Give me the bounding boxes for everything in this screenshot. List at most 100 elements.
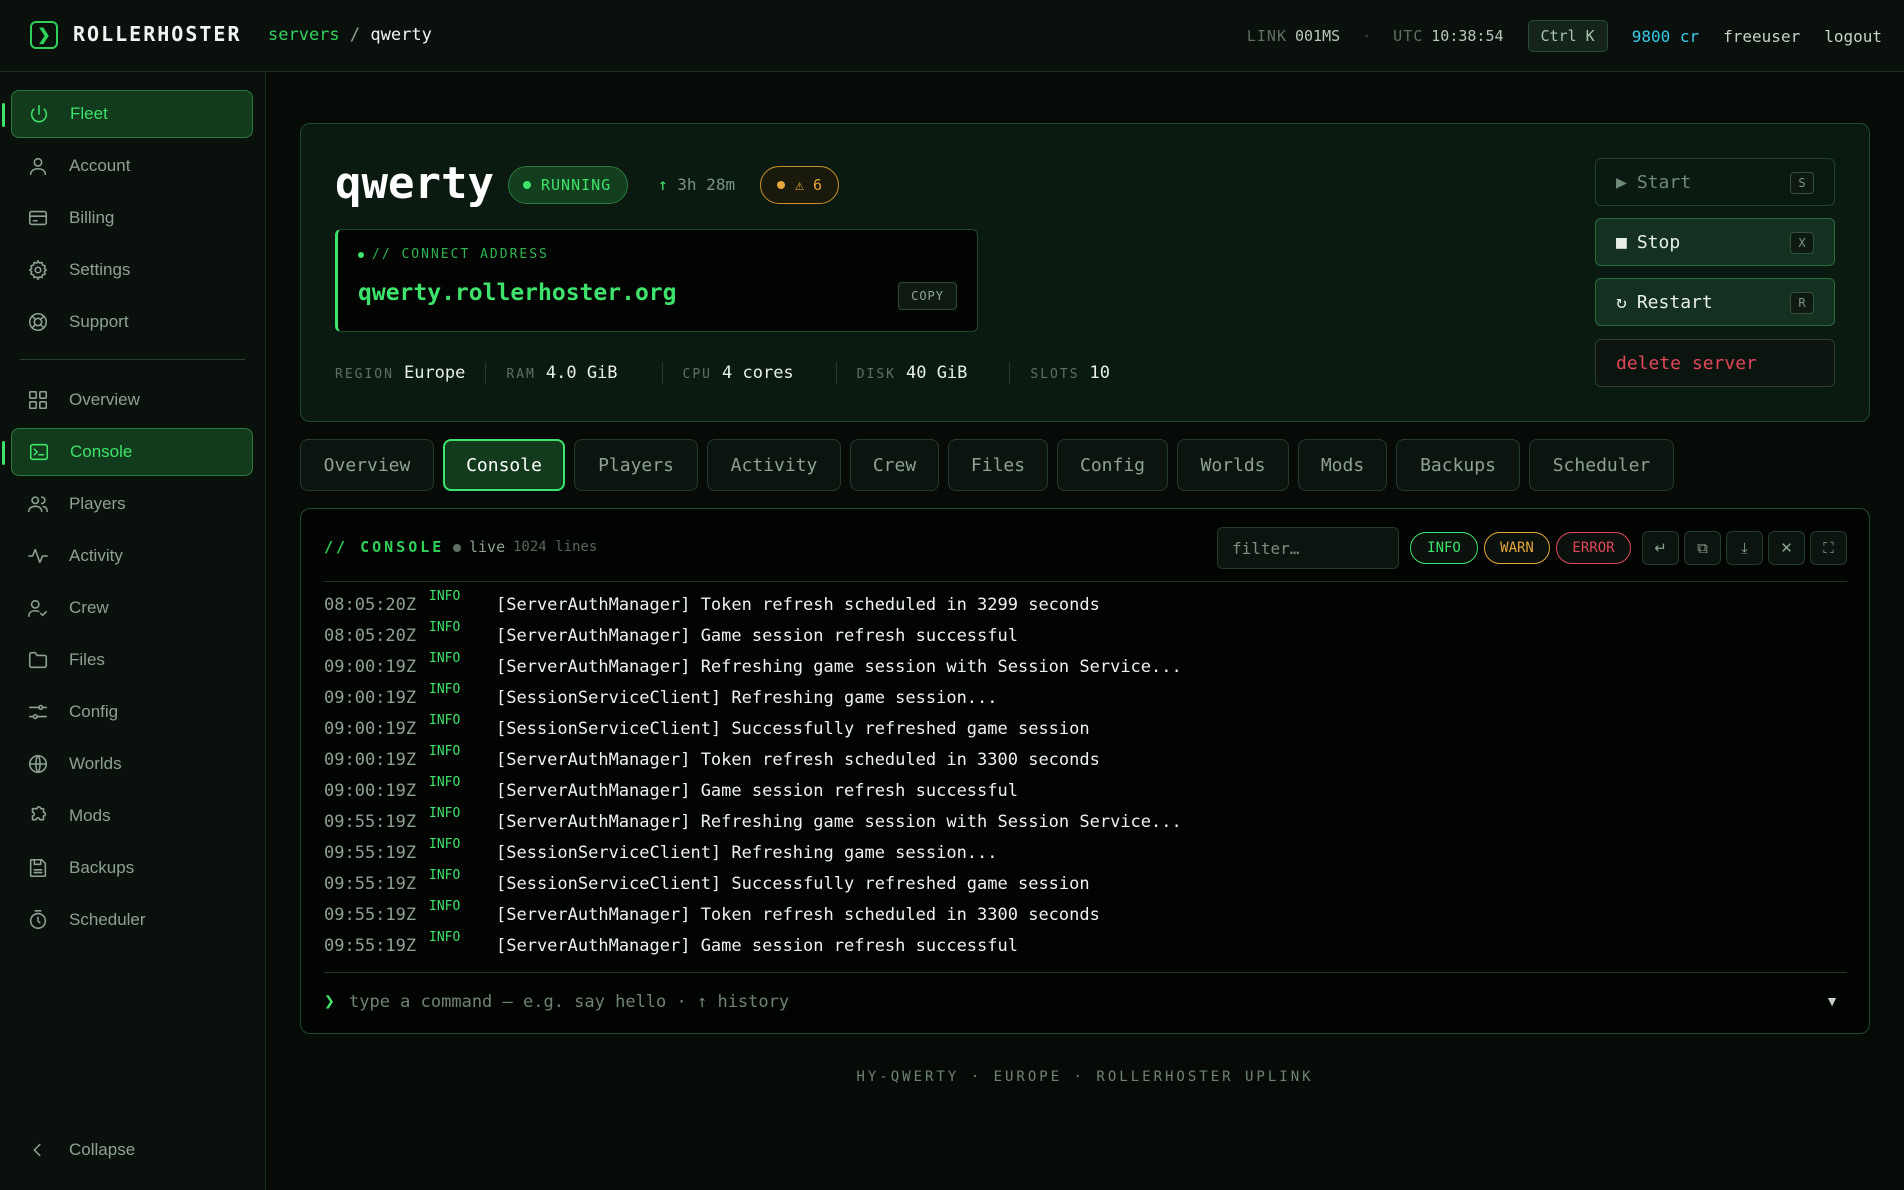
sidebar-item-label: Settings — [69, 260, 131, 279]
utc-clock: 10:38:54 — [1431, 27, 1504, 45]
sidebar-item-overview[interactable]: Overview — [11, 376, 253, 424]
uptime-arrow-icon: ↑ — [658, 175, 668, 194]
console-divider — [324, 972, 1847, 973]
console-filter-input[interactable] — [1217, 527, 1399, 569]
prompt-icon: ❯ — [324, 991, 335, 1012]
restart-label: Restart — [1636, 291, 1713, 313]
sidebar-item-label: Files — [69, 650, 105, 669]
restart-shortcut: R — [1790, 292, 1814, 314]
spec-cpu: CPU 4 cores — [682, 363, 794, 383]
sliders-icon — [27, 701, 49, 723]
start-label: Start — [1636, 171, 1692, 193]
server-summary-card: qwerty RUNNING ↑ 3h 28m ⚠ 6 // CONNECT A… — [300, 123, 1870, 422]
start-button[interactable]: ▶ Start S — [1595, 158, 1835, 206]
breadcrumb: servers / qwerty — [268, 25, 432, 45]
tab-console[interactable]: Console — [443, 439, 565, 491]
status-text: RUNNING — [541, 176, 612, 194]
sidebar-item-files[interactable]: Files — [11, 636, 253, 684]
sidebar-item-mods[interactable]: Mods — [11, 792, 253, 840]
command-input[interactable] — [349, 985, 1749, 1019]
power-icon — [28, 103, 50, 125]
sidebar-item-settings[interactable]: Settings — [11, 246, 253, 294]
username[interactable]: freeuser — [1723, 27, 1800, 46]
sidebar-item-label: Crew — [69, 598, 109, 617]
sidebar-item-account[interactable]: Account — [11, 142, 253, 190]
copy-icon[interactable]: ⧉ — [1684, 531, 1721, 565]
fullscreen-icon[interactable]: ⛶ — [1810, 531, 1847, 565]
sidebar-item-label: Console — [70, 442, 133, 461]
sidebar-item-label: Fleet — [70, 104, 108, 123]
app-name[interactable]: ROLLERHOSTER — [73, 22, 242, 46]
copy-address-button[interactable]: COPY — [898, 282, 957, 310]
save-icon — [27, 857, 49, 879]
credits-balance[interactable]: 9800 cr — [1632, 27, 1699, 46]
tab-crew[interactable]: Crew — [850, 439, 939, 491]
sidebar-collapse-button[interactable]: Collapse — [11, 1126, 253, 1174]
download-icon[interactable]: ⤓ — [1726, 531, 1763, 565]
filter-error-toggle[interactable]: ERROR — [1556, 532, 1631, 564]
sidebar-item-label: Mods — [69, 806, 111, 825]
link-label: LINK — [1246, 27, 1287, 45]
restart-button[interactable]: ↻ Restart R — [1595, 278, 1835, 326]
tab-worlds[interactable]: Worlds — [1177, 439, 1289, 491]
pulse-icon — [27, 545, 49, 567]
sidebar: Fleet Account Billing Settings Support O… — [0, 72, 266, 1190]
top-bar: ❯ ROLLERHOSTER servers / qwerty LINK 001… — [0, 0, 1904, 72]
tab-scheduler[interactable]: Scheduler — [1529, 439, 1674, 491]
separator-dot: · — [1362, 27, 1372, 45]
tab-files[interactable]: Files — [948, 439, 1048, 491]
command-palette-button[interactable]: Ctrl K — [1527, 20, 1608, 52]
console-title: // CONSOLE — [324, 538, 445, 556]
card-icon — [27, 207, 49, 229]
top-bar-status: LINK 001MS · UTC 10:38:54 Ctrl K 9800 cr… — [1247, 20, 1882, 52]
sidebar-item-console[interactable]: Console — [2, 428, 253, 476]
tab-mods[interactable]: Mods — [1298, 439, 1387, 491]
sidebar-item-label: Scheduler — [69, 910, 146, 929]
sidebar-item-backups[interactable]: Backups — [11, 844, 253, 892]
footer-text: HY-QWERTY · EUROPE · ROLLERHOSTER UPLINK — [856, 1069, 1314, 1085]
terminal-icon — [28, 441, 50, 463]
breadcrumb-separator: / — [349, 25, 361, 45]
sidebar-item-crew[interactable]: Crew — [11, 584, 253, 632]
user-check-icon — [27, 597, 49, 619]
stop-button[interactable]: ■ Stop X — [1595, 218, 1835, 266]
sidebar-item-label: Billing — [69, 208, 115, 227]
wrap-icon[interactable]: ↵ — [1642, 531, 1679, 565]
sidebar-item-billing[interactable]: Billing — [11, 194, 253, 242]
sidebar-item-fleet[interactable]: Fleet — [2, 90, 253, 138]
breadcrumb-servers[interactable]: servers — [268, 25, 340, 45]
filter-info-toggle[interactable]: INFO — [1410, 532, 1478, 564]
tab-config[interactable]: Config — [1057, 439, 1168, 491]
spec-region: REGION Europe — [335, 363, 466, 383]
sidebar-item-label: Activity — [69, 546, 123, 565]
start-shortcut: S — [1790, 172, 1814, 194]
stop-label: Stop — [1636, 231, 1681, 253]
sidebar-collapse-label: Collapse — [69, 1140, 136, 1159]
warnings-badge[interactable]: ⚠ 6 — [760, 166, 840, 204]
connect-address[interactable]: qwerty.rollerhoster.org — [358, 280, 677, 306]
sidebar-item-support[interactable]: Support — [11, 298, 253, 346]
clear-icon[interactable]: ✕ — [1768, 531, 1805, 565]
sidebar-item-scheduler[interactable]: Scheduler — [11, 896, 253, 944]
tab-overview[interactable]: Overview — [300, 439, 434, 491]
scroll-to-bottom-icon[interactable]: ▼ — [1825, 993, 1839, 1009]
tab-players[interactable]: Players — [574, 439, 698, 491]
sidebar-item-worlds[interactable]: Worlds — [11, 740, 253, 788]
logo-icon[interactable]: ❯ — [30, 21, 58, 49]
restart-icon: ↻ — [1616, 291, 1627, 313]
logout-link[interactable]: logout — [1824, 27, 1882, 46]
connect-address-box: // CONNECT ADDRESS qwerty.rollerhoster.o… — [335, 229, 978, 332]
globe-icon — [27, 753, 49, 775]
delete-server-button[interactable]: delete server — [1595, 339, 1835, 387]
spec-disk: DISK 40 GiB — [856, 363, 968, 383]
warnings-count: ⚠ 6 — [795, 176, 823, 194]
sidebar-item-config[interactable]: Config — [11, 688, 253, 736]
spec-slots: SLOTS 10 — [1030, 363, 1111, 383]
breadcrumb-current: qwerty — [370, 25, 432, 45]
tab-activity[interactable]: Activity — [707, 439, 841, 491]
tab-backups[interactable]: Backups — [1396, 439, 1520, 491]
sidebar-item-activity[interactable]: Activity — [11, 532, 253, 580]
sidebar-item-players[interactable]: Players — [11, 480, 253, 528]
timer-icon — [27, 909, 49, 931]
filter-warn-toggle[interactable]: WARN — [1484, 532, 1550, 564]
